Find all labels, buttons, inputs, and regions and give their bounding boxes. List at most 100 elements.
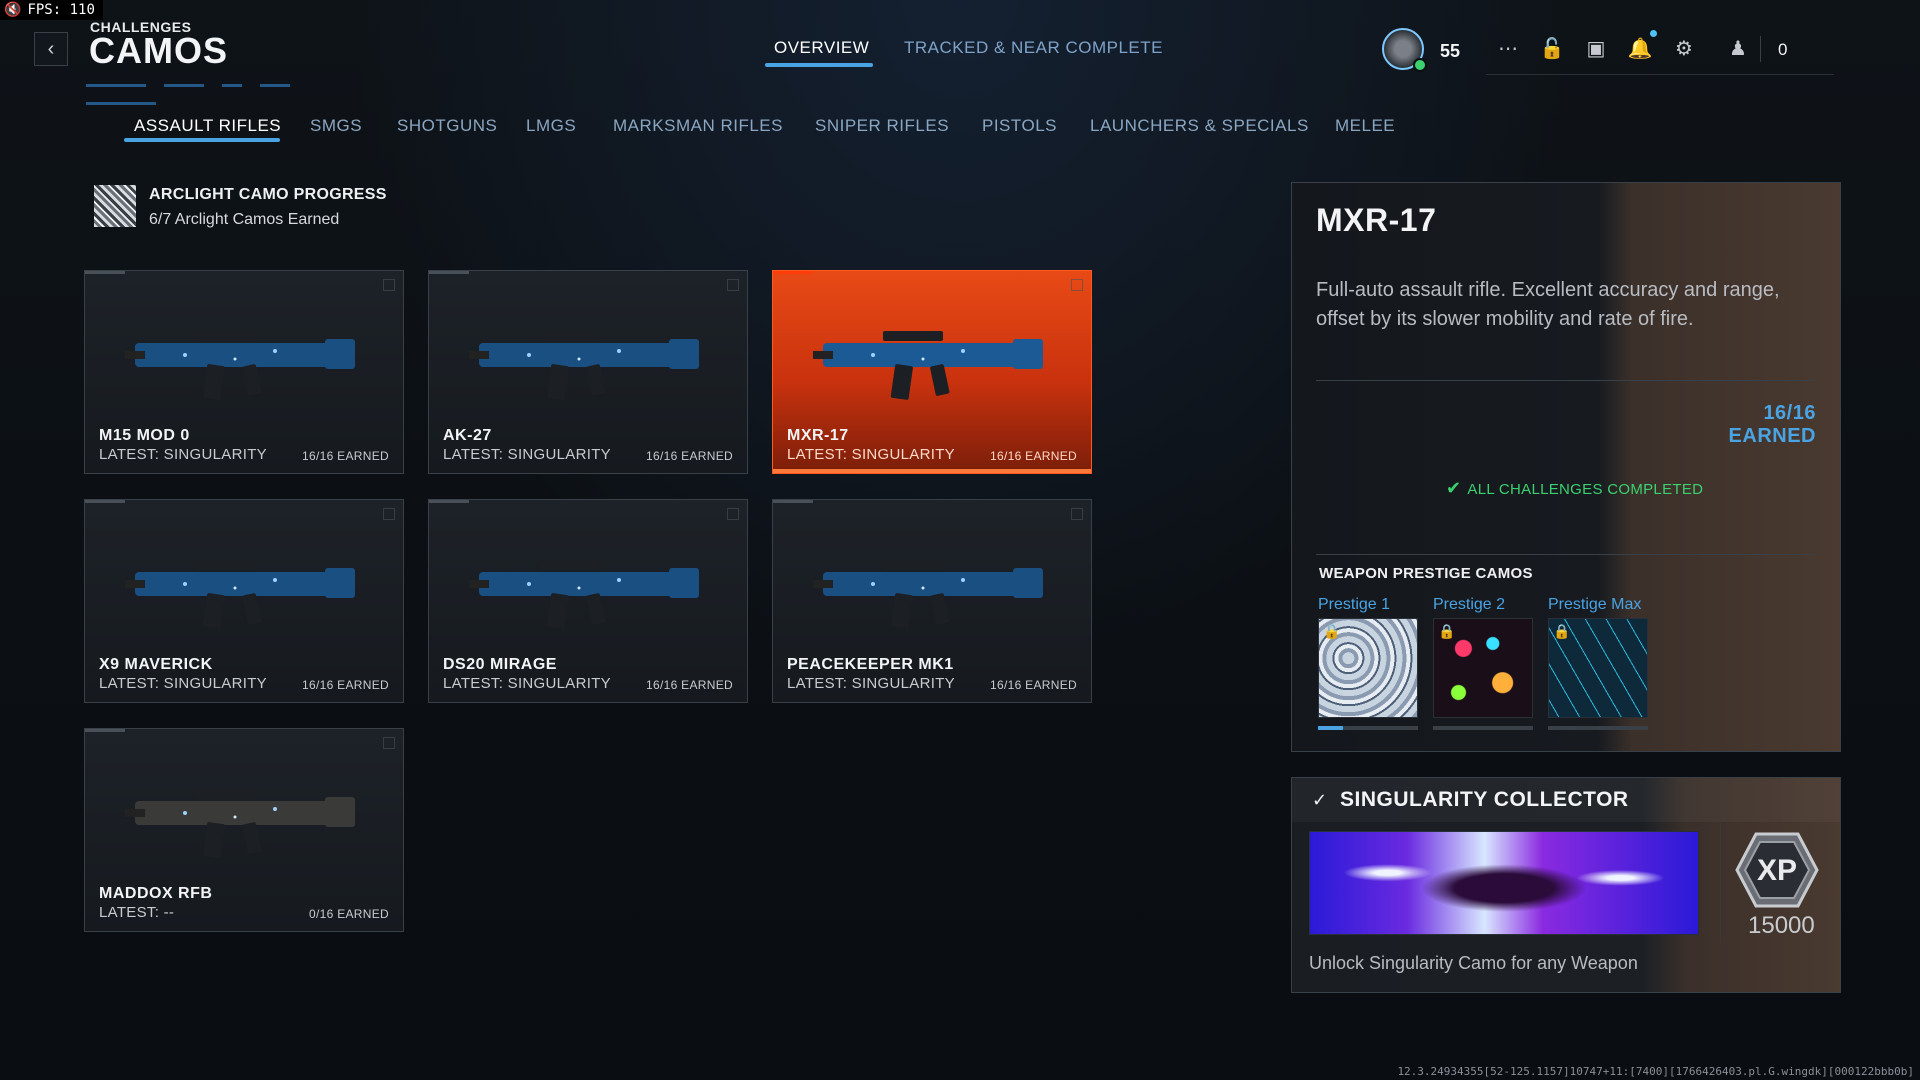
weapon-image — [125, 789, 355, 858]
weapon-card[interactable]: X9 MAVERICK LATEST: SINGULARITY 16/16 EARN… — [84, 499, 404, 703]
card-top-accent — [85, 729, 125, 732]
weapon-name: MADDOX RFB — [99, 885, 213, 902]
selected-indicator — [773, 469, 1091, 473]
prestige-1-progress — [1318, 726, 1418, 730]
page-title: CAMOS — [89, 30, 228, 71]
party-count: 0 — [1778, 40, 1788, 59]
tab-marksman-rifles[interactable]: MARKSMAN RIFLES — [613, 116, 783, 136]
card-top-accent — [773, 500, 813, 503]
active-category-indicator — [124, 138, 280, 142]
prestige-max-camo-tile[interactable]: 🔒 — [1548, 618, 1648, 718]
weapon-latest-camo: LATEST: -- — [99, 904, 175, 921]
apps-grid-icon[interactable]: ⋯ — [1494, 34, 1522, 62]
tab-shotguns[interactable]: SHOTGUNS — [397, 116, 497, 136]
unlocks-icon[interactable]: 🔓 — [1538, 34, 1566, 62]
arclight-progress-subtitle: 6/7 Arclight Camos Earned — [149, 211, 340, 228]
card-corner-mark — [383, 279, 395, 291]
challenges-status-label: ALL CHALLENGES COMPLETED — [1467, 481, 1704, 498]
lock-icon: 🔒 — [1438, 623, 1456, 639]
tab-launchers-specials[interactable]: LAUNCHERS & SPECIALS — [1090, 116, 1309, 136]
detail-earned-count: 16/16 EARNED — [1728, 402, 1816, 447]
weapon-card[interactable]: M15 MOD 0 LATEST: SINGULARITY 16/16 EARNED — [84, 270, 404, 474]
prestige-max-label: Prestige Max — [1548, 596, 1642, 613]
prestige-2-camo-tile[interactable]: 🔒 — [1433, 618, 1533, 718]
prestige-2-progress — [1433, 726, 1533, 730]
divider — [1316, 554, 1816, 555]
tab-assault-rifles[interactable]: ASSAULT RIFLES — [134, 116, 281, 136]
weapon-latest-camo: LATEST: SINGULARITY — [787, 675, 955, 692]
checkmark-icon: ✔ — [1446, 478, 1462, 498]
fps-counter: 🔇 FPS: 110 — [0, 0, 103, 20]
tab-smgs[interactable]: SMGS — [310, 116, 362, 136]
prestige-1-label: Prestige 1 — [1318, 596, 1391, 613]
active-tab-indicator — [765, 63, 873, 67]
online-status-dot — [1413, 58, 1427, 72]
weapon-image — [125, 560, 355, 629]
header-underline — [1486, 74, 1834, 75]
divider — [1720, 823, 1721, 943]
weapon-latest-camo: LATEST: SINGULARITY — [443, 675, 611, 692]
fps-label: FPS: 110 — [27, 2, 95, 18]
screenshot-icon[interactable]: ▣ — [1582, 34, 1610, 62]
collector-reward-image — [1309, 831, 1699, 935]
mute-icon: 🔇 — [4, 2, 22, 18]
tab-pistols[interactable]: PISTOLS — [982, 116, 1057, 136]
card-corner-mark — [727, 279, 739, 291]
weapon-card[interactable]: MADDOX RFB LATEST: -- 0/16 EARNED — [84, 728, 404, 932]
lock-icon: 🔒 — [1553, 623, 1571, 639]
prestige-camos-title: WEAPON PRESTIGE CAMOS — [1319, 565, 1533, 582]
detail-weapon-name: MXR-17 — [1316, 202, 1437, 238]
back-button[interactable]: ‹ — [34, 32, 68, 66]
weapon-earned-count: 16/16 EARNED — [646, 678, 733, 692]
weapon-image — [469, 560, 699, 629]
tab-tracked-near-complete[interactable]: TRACKED & NEAR COMPLETE — [904, 38, 1163, 58]
weapon-name: X9 MAVERICK — [99, 656, 213, 673]
party-icon[interactable]: ♟ — [1724, 34, 1752, 62]
card-corner-mark — [727, 508, 739, 520]
settings-icon[interactable]: ⚙ — [1670, 34, 1698, 62]
weapon-latest-camo: LATEST: SINGULARITY — [99, 446, 267, 463]
weapon-name: AK-27 — [443, 427, 492, 444]
weapon-earned-count: 16/16 EARNED — [990, 678, 1077, 692]
weapon-image — [813, 560, 1043, 629]
weapon-name: PEACEKEEPER MK1 — [787, 656, 954, 673]
weapon-earned-count: 16/16 EARNED — [302, 678, 389, 692]
tab-lmgs[interactable]: LMGS — [526, 116, 576, 136]
challenges-status: ✔ ALL CHALLENGES COMPLETED — [1446, 478, 1703, 499]
weapon-name: MXR-17 — [787, 427, 849, 444]
xp-amount: 15000 — [1748, 912, 1815, 939]
weapon-card[interactable]: PEACEKEEPER MK1 LATEST: SINGULARITY 16/16 … — [772, 499, 1092, 703]
player-level: 55 — [1440, 41, 1461, 61]
collector-title: SINGULARITY COLLECTOR — [1340, 788, 1629, 811]
notifications-icon[interactable]: 🔔 — [1626, 34, 1654, 62]
weapon-earned-count: 0/16 EARNED — [309, 907, 389, 921]
card-top-accent — [85, 271, 125, 274]
tab-melee[interactable]: MELEE — [1335, 116, 1395, 136]
tab-overview[interactable]: OVERVIEW — [774, 38, 869, 58]
arclight-progress-title: ARCLIGHT CAMO PROGRESS — [149, 186, 387, 203]
lock-icon: 🔒 — [1323, 623, 1341, 639]
build-info: 12.3.24934355[52-125.1157]10747+11:[7400… — [1397, 1065, 1914, 1078]
notification-dot — [1650, 30, 1657, 37]
card-corner-mark — [383, 737, 395, 749]
xp-badge-icon: XP — [1735, 832, 1819, 908]
prestige-1-camo-tile[interactable]: 🔒 — [1318, 618, 1418, 718]
weapon-card[interactable]: MXR-17 LATEST: SINGULARITY 16/16 EARNED — [772, 270, 1092, 474]
prestige-1-progress-fill — [1318, 726, 1343, 730]
weapon-image — [125, 331, 355, 400]
tab-sniper-rifles[interactable]: SNIPER RIFLES — [815, 116, 949, 136]
divider — [1316, 380, 1816, 381]
weapon-card[interactable]: DS20 MIRAGE LATEST: SINGULARITY 16/16 EARN… — [428, 499, 748, 703]
collector-description: Unlock Singularity Camo for any Weapon — [1309, 953, 1638, 973]
weapon-latest-camo: LATEST: SINGULARITY — [99, 675, 267, 692]
xp-badge-text: XP — [1757, 854, 1797, 887]
title-decoration — [86, 74, 386, 105]
checkmark-icon: ✓ — [1312, 790, 1328, 810]
weapon-latest-camo: LATEST: SINGULARITY — [787, 446, 955, 463]
weapon-card[interactable]: AK-27 LATEST: SINGULARITY 16/16 EARNED — [428, 270, 748, 474]
card-top-accent — [85, 500, 125, 503]
weapon-image — [813, 331, 1043, 400]
card-top-accent — [429, 271, 469, 274]
card-top-accent — [773, 271, 813, 274]
weapon-earned-count: 16/16 EARNED — [646, 449, 733, 463]
